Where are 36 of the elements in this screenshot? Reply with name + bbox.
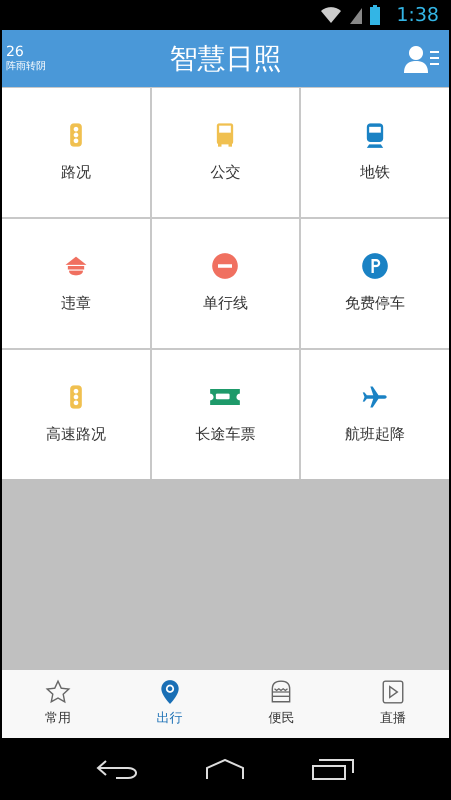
tile-label: 地铁 (360, 162, 390, 184)
app-title: 智慧日照 (170, 40, 282, 76)
tile-label: 高速路况 (46, 424, 106, 446)
parking-icon (361, 252, 390, 280)
menu-tile[interactable]: 高速路况 (2, 350, 150, 479)
nav-tab[interactable]: 直播 (337, 670, 449, 738)
tile-label: 长途车票 (195, 424, 256, 446)
wifi-icon (320, 6, 342, 24)
play-icon (380, 679, 406, 706)
weather-text: 阵雨转阴 (6, 61, 46, 74)
menu-tile[interactable]: 地铁 (301, 88, 449, 217)
tile-label: 公交 (210, 162, 240, 184)
no-entry-icon (211, 252, 240, 280)
menu-tile[interactable]: 路况 (2, 88, 150, 217)
status-time: 1:38 (396, 2, 439, 28)
menu-tile[interactable]: 单行线 (152, 219, 300, 348)
back-icon[interactable] (96, 758, 140, 780)
menu-tile[interactable]: 违章 (2, 219, 150, 348)
menu-tile[interactable]: 航班起降 (301, 350, 449, 479)
menu-tile[interactable]: 公交 (152, 88, 300, 217)
tile-label: 免费停车 (345, 293, 406, 314)
tile-label: 路况 (60, 162, 91, 184)
recent-apps-icon[interactable] (311, 758, 356, 780)
tile-label: 违章 (60, 293, 91, 314)
nav-tab[interactable]: 便民 (226, 670, 338, 738)
nav-tab[interactable]: 出行 (114, 670, 226, 738)
menu-tile[interactable]: 免费停车 (301, 219, 449, 348)
temperature: 26 (6, 44, 25, 60)
nav-tab[interactable]: 常用 (2, 670, 114, 738)
user-menu-icon[interactable] (403, 44, 441, 74)
tile-label: 航班起降 (345, 424, 406, 446)
tile-label: 单行线 (202, 293, 248, 314)
signal-icon (350, 6, 362, 24)
menu-tile[interactable]: 长途车票 (152, 350, 300, 479)
star-icon (44, 679, 71, 706)
battery-icon (370, 5, 380, 25)
